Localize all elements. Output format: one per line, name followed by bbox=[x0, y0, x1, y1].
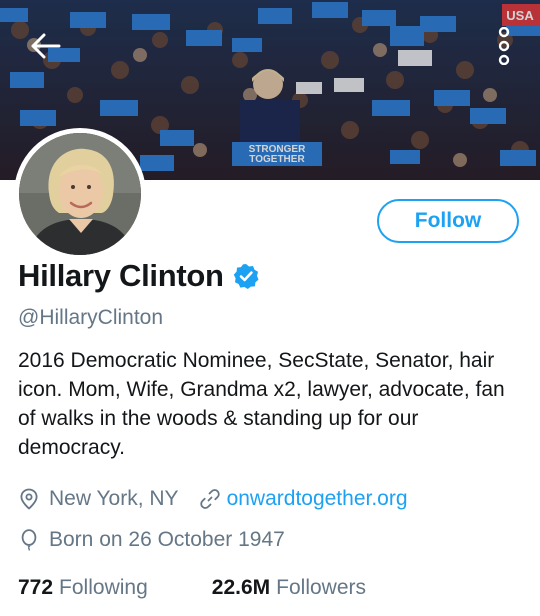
following-stat[interactable]: 772 Following bbox=[18, 576, 148, 600]
verified-badge-icon bbox=[233, 264, 259, 289]
back-button[interactable] bbox=[22, 24, 70, 68]
follow-button[interactable]: Follow bbox=[377, 199, 519, 243]
followers-count: 22.6M bbox=[211, 576, 271, 599]
balloon-icon bbox=[21, 529, 37, 551]
profile-birthday: Born on 26 October 1947 bbox=[49, 528, 285, 551]
profile-meta-row-1: New York, NY onwardtogether.org bbox=[18, 487, 408, 511]
followers-stat[interactable]: 22.6M Followers bbox=[212, 576, 366, 600]
profile-handle: @HillaryClinton bbox=[18, 306, 164, 329]
arrow-left-icon bbox=[31, 33, 61, 59]
profile-name: Hillary Clinton bbox=[18, 258, 224, 293]
link-icon bbox=[199, 489, 220, 509]
location-pin-icon bbox=[20, 488, 38, 510]
following-count: 772 bbox=[18, 576, 54, 599]
profile-name-row: Hillary Clinton bbox=[18, 258, 259, 294]
followers-label: Followers bbox=[276, 576, 366, 599]
profile-bio: 2016 Democratic Nominee, SecState, Senat… bbox=[18, 349, 505, 459]
profile-meta-row-2: Born on 26 October 1947 bbox=[18, 528, 285, 552]
more-options-button[interactable] bbox=[490, 22, 518, 70]
profile-avatar[interactable] bbox=[14, 128, 146, 260]
avatar-image bbox=[19, 133, 141, 255]
profile-website-link[interactable]: onwardtogether.org bbox=[227, 487, 408, 511]
profile-location: New York, NY bbox=[49, 487, 179, 510]
following-label: Following bbox=[59, 576, 148, 599]
profile-stats: 772 Following 22.6M Followers bbox=[18, 576, 366, 600]
more-vertical-icon bbox=[498, 27, 510, 65]
